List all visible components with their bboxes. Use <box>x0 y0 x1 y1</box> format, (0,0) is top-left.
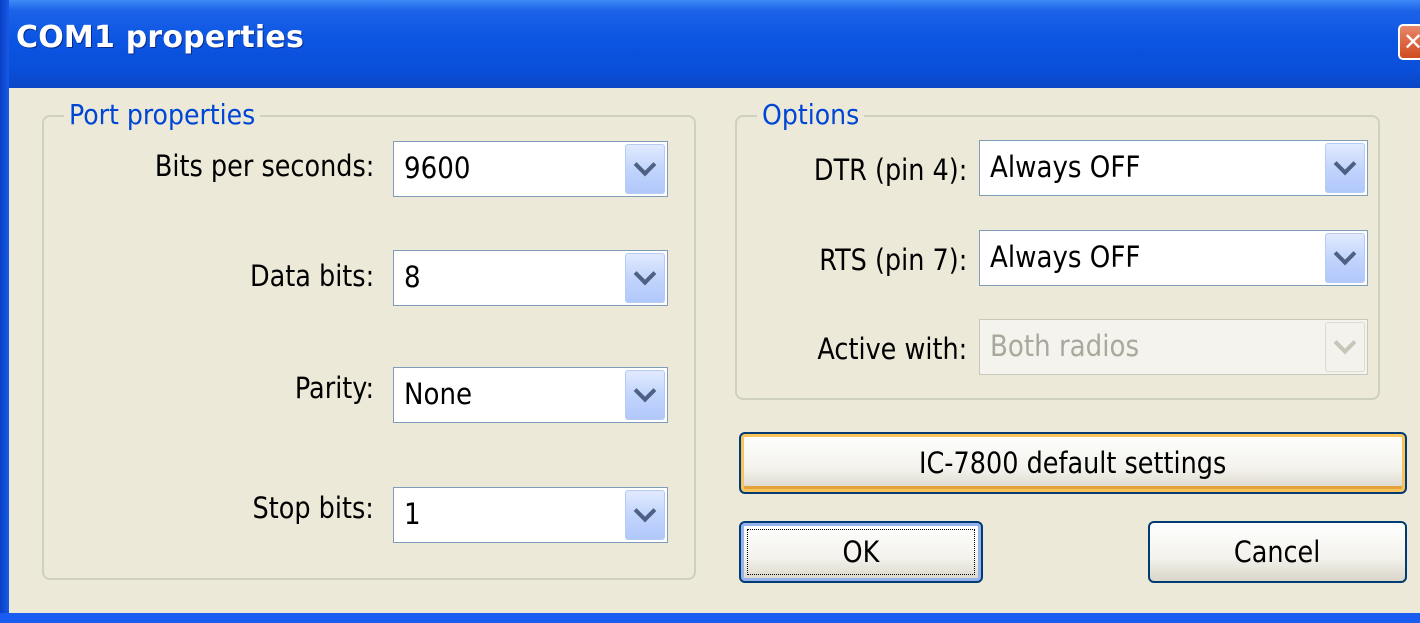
rts-label: RTS (pin 7): <box>818 243 967 277</box>
stop-bits-label: Stop bits: <box>252 491 374 525</box>
default-settings-button[interactable]: IC-7800 default settings <box>739 432 1407 494</box>
chevron-down-icon <box>1333 152 1357 176</box>
parity-dropdown-button[interactable] <box>625 370 665 420</box>
stop-bits-select[interactable]: 1 <box>393 487 668 543</box>
cancel-button-label: Cancel <box>1234 535 1321 569</box>
cancel-button[interactable]: Cancel <box>1148 521 1407 583</box>
parity-select[interactable]: None <box>393 367 668 423</box>
bits-per-second-label: Bits per seconds: <box>154 149 374 183</box>
default-settings-button-label: IC-7800 default settings <box>919 446 1227 480</box>
title-bar[interactable]: COM1 properties ✕ <box>0 0 1420 88</box>
data-bits-select[interactable]: 8 <box>393 250 668 306</box>
rts-dropdown-button[interactable] <box>1325 233 1365 283</box>
active-with-label: Active with: <box>817 332 967 366</box>
bits-per-second-dropdown-button[interactable] <box>625 144 665 194</box>
stop-bits-value: 1 <box>404 497 421 531</box>
rts-select[interactable]: Always OFF <box>979 230 1368 286</box>
parity-label: Parity: <box>294 371 374 405</box>
data-bits-value: 8 <box>404 260 421 294</box>
data-bits-dropdown-button[interactable] <box>625 253 665 303</box>
window-title: COM1 properties <box>16 20 305 55</box>
chevron-down-icon <box>1333 242 1357 266</box>
bits-per-second-value: 9600 <box>404 151 471 185</box>
chevron-down-icon <box>633 153 657 177</box>
ok-button[interactable]: OK <box>739 521 983 583</box>
window-border-bottom <box>0 613 1420 623</box>
options-legend: Options <box>757 97 865 133</box>
dtr-label: DTR (pin 4): <box>813 153 967 187</box>
ok-button-label: OK <box>842 535 880 569</box>
active-with-dropdown-button <box>1325 322 1365 372</box>
com-properties-dialog: COM1 properties ✕ Port properties Bits p… <box>0 0 1420 623</box>
window-border-left <box>0 0 9 623</box>
active-with-value: Both radios <box>990 329 1140 363</box>
chevron-down-icon <box>633 379 657 403</box>
chevron-down-icon <box>633 262 657 286</box>
dtr-value: Always OFF <box>990 150 1141 184</box>
close-icon[interactable]: ✕ <box>1398 24 1420 60</box>
data-bits-label: Data bits: <box>249 259 374 293</box>
parity-value: None <box>404 377 473 411</box>
rts-value: Always OFF <box>990 240 1141 274</box>
dtr-select[interactable]: Always OFF <box>979 140 1368 196</box>
chevron-down-icon <box>633 499 657 523</box>
chevron-down-icon <box>1333 331 1357 355</box>
dtr-dropdown-button[interactable] <box>1325 143 1365 193</box>
stop-bits-dropdown-button[interactable] <box>625 490 665 540</box>
port-properties-legend: Port properties <box>64 97 261 133</box>
bits-per-second-select[interactable]: 9600 <box>393 141 668 197</box>
active-with-select: Both radios <box>979 319 1368 375</box>
